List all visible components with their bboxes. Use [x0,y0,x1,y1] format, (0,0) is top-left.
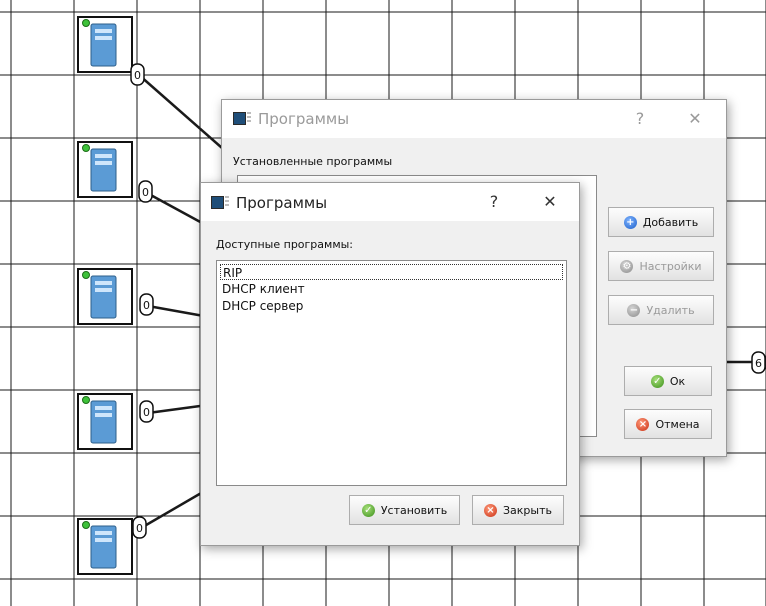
server-slot [95,288,112,292]
app-window-icon [233,112,251,126]
ok-button[interactable]: ✓ Ок [624,366,712,396]
computer-host-icon[interactable] [77,268,133,325]
settings-button[interactable]: ⚙ Настройки [608,251,714,281]
port-badge[interactable]: 0 [132,516,147,539]
port-label: 0 [134,69,141,82]
computer-host-icon[interactable] [77,141,133,198]
port-badge[interactable]: 0 [130,63,145,86]
server-slot [95,36,112,40]
close-button[interactable]: × Закрыть [472,495,564,525]
port-label: 0 [136,522,143,535]
installed-dialog-titlebar[interactable]: Программы ? ✕ [222,100,726,138]
remove-button-label: Удалить [646,303,695,317]
add-icon: + [623,215,637,229]
add-button[interactable]: + Добавить [608,207,714,237]
close-icon[interactable]: ✕ [682,109,708,128]
computer-host-icon[interactable] [77,393,133,450]
settings-button-label: Настройки [639,259,702,273]
server-slot [95,538,112,542]
cancel-button-label: Отмена [655,417,700,431]
close-button-label: Закрыть [503,503,552,517]
available-dialog-titlebar[interactable]: Программы ? ✕ [201,183,579,221]
status-led-icon [82,521,90,529]
installed-dialog-title: Программы [258,110,350,128]
install-button[interactable]: ✓ Установить [349,495,460,525]
settings-icon: ⚙ [620,259,634,273]
server-slot [95,406,112,410]
cancel-button[interactable]: × Отмена [624,409,712,439]
port-badge[interactable]: 0 [139,293,154,316]
server-slot [95,29,112,33]
install-button-label: Установить [380,503,448,517]
computer-host-icon[interactable] [77,518,133,575]
server-slot [95,161,112,165]
port-label: 6 [755,357,762,370]
ok-button-label: Ок [669,374,686,388]
status-led-icon [82,144,90,152]
remove-button[interactable]: − Удалить [608,295,714,325]
available-programs-label: Доступные программы: [216,238,354,251]
status-led-icon [82,19,90,27]
available-dialog-title: Программы [236,194,328,212]
port-badge[interactable]: 6 [751,351,766,374]
cancel-icon: × [484,503,497,517]
status-led-icon [82,396,90,404]
program-item[interactable]: RIP [220,264,563,280]
help-button[interactable]: ? [628,109,652,128]
cancel-icon: × [636,417,650,431]
help-button[interactable]: ? [483,192,505,211]
network-link [138,74,231,156]
server-slot [95,281,112,285]
app-window-icon [211,196,229,210]
port-badge[interactable]: 0 [139,400,154,423]
program-item[interactable]: DHCP клиент [220,281,563,297]
port-label: 0 [143,406,150,419]
server-slot [95,154,112,158]
check-icon: ✓ [650,374,664,388]
add-button-label: Добавить [642,215,699,229]
server-slot [95,531,112,535]
check-icon: ✓ [361,503,375,517]
computer-host-icon[interactable] [77,16,133,73]
available-programs-dialog: Программы ? ✕ Доступные программы: RIP DH… [200,182,580,546]
available-programs-list[interactable]: RIP DHCP клиент DHCP сервер [216,260,567,486]
remove-icon: − [627,303,641,317]
installed-programs-label: Установленные программы [233,155,393,168]
program-item[interactable]: DHCP сервер [220,298,563,314]
port-label: 0 [142,186,149,199]
port-label: 0 [143,299,150,312]
server-slot [95,413,112,417]
port-badge[interactable]: 0 [138,180,153,203]
status-led-icon [82,271,90,279]
close-icon[interactable]: ✕ [537,192,563,211]
